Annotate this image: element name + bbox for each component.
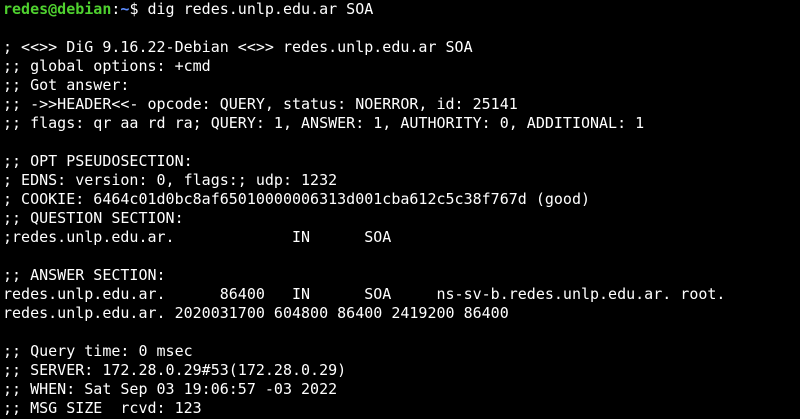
output-line: ;; OPT PSEUDOSECTION: bbox=[3, 152, 193, 170]
prompt-symbol: $ bbox=[129, 0, 148, 18]
output-line: ;; Query time: 0 msec bbox=[3, 342, 193, 360]
command-text: dig redes.unlp.edu.ar SOA bbox=[147, 0, 374, 18]
output-line: ; EDNS: version: 0, flags:; udp: 1232 bbox=[3, 171, 338, 189]
output-line: ; COOKIE: 6464c01d0bc8af65010000006313d0… bbox=[3, 190, 590, 208]
output-line: ;; Got answer: bbox=[3, 76, 130, 94]
output-line: ;; flags: qr aa rd ra; QUERY: 1, ANSWER:… bbox=[3, 114, 645, 132]
output-line: ;; MSG SIZE rcvd: 123 bbox=[3, 399, 202, 417]
prompt-line: redes@debian:~$ dig redes.unlp.edu.ar SO… bbox=[3, 0, 373, 19]
terminal-window[interactable]: redes@debian:~$ dig redes.unlp.edu.ar SO… bbox=[0, 0, 800, 419]
output-line: redes.unlp.edu.ar. 2020031700 604800 864… bbox=[3, 304, 509, 322]
output-line: ;; QUESTION SECTION: bbox=[3, 209, 184, 227]
output-line: ;; SERVER: 172.28.0.29#53(172.28.0.29) bbox=[3, 361, 347, 379]
output-line: redes.unlp.edu.ar. 86400 IN SOA ns-sv-b.… bbox=[3, 285, 726, 303]
prompt-user-host: redes@debian bbox=[3, 0, 112, 18]
output-line: ;redes.unlp.edu.ar. IN SOA bbox=[3, 228, 392, 246]
output-line: ;; ANSWER SECTION: bbox=[3, 266, 166, 284]
output-line: ;; ->>HEADER<<- opcode: QUERY, status: N… bbox=[3, 95, 518, 113]
output-line: ; <<>> DiG 9.16.22-Debian <<>> redes.unl… bbox=[3, 38, 473, 56]
output-line: ;; WHEN: Sat Sep 03 19:06:57 -03 2022 bbox=[3, 380, 338, 398]
output-line: ;; global options: +cmd bbox=[3, 57, 211, 75]
